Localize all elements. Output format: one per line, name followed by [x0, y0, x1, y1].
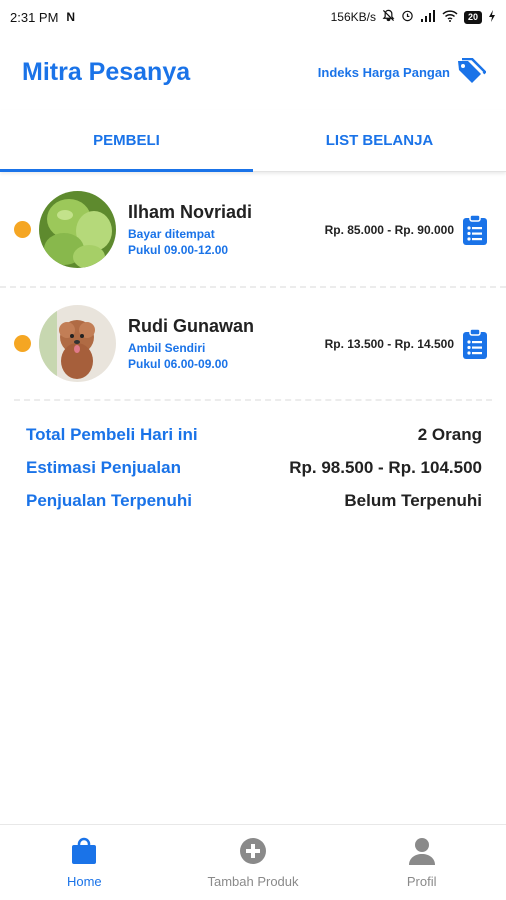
list-divider	[14, 399, 492, 401]
buyer-list: Ilham Novriadi Bayar ditempat Pukul 09.0…	[0, 173, 506, 401]
buyer-price-range: Rp. 13.500 - Rp. 14.500	[324, 336, 454, 351]
plus-circle-icon	[239, 837, 267, 868]
charging-icon	[488, 9, 496, 25]
total-buyers-label: Total Pembeli Hari ini	[26, 424, 198, 444]
buyer-payment: Bayar ditempat	[128, 227, 215, 241]
wifi-icon	[442, 9, 458, 25]
bottom-navigation: Home Tambah Produk Profil	[0, 824, 506, 900]
tab-bar: PEMBELI LIST BELANJA	[0, 110, 506, 172]
sales-fulfilled-label: Penjualan Terpenuhi	[26, 490, 192, 510]
price-index-link[interactable]: Indeks Harga Pangan	[317, 57, 487, 87]
buyer-name: Ilham Novriadi	[128, 202, 253, 222]
nav-add-product-label: Tambah Produk	[207, 873, 299, 889]
signal-icon	[420, 9, 436, 25]
tab-pembeli[interactable]: PEMBELI	[0, 110, 253, 172]
nav-profile[interactable]: Profil	[337, 825, 506, 900]
sales-estimate-label: Estimasi Penjualan	[26, 457, 181, 477]
avatar	[39, 191, 116, 268]
status-time: 2:31 PM	[10, 9, 59, 25]
tab-list-belanja-label: LIST BELANJA	[325, 132, 434, 149]
app-bar: Mitra Pesanya Indeks Harga Pangan	[0, 34, 506, 110]
avatar	[39, 305, 116, 382]
buyer-time: Pukul 09.00-12.00	[128, 243, 229, 257]
buyer-row[interactable]: Rudi Gunawan Ambil Sendiri Pukul 06.00-0…	[0, 286, 506, 399]
summary-row: Penjualan Terpenuhi Belum Terpenuhi	[26, 484, 482, 517]
clipboard-list-icon[interactable]	[462, 327, 488, 360]
status-dot	[14, 221, 31, 238]
status-dot	[14, 335, 31, 352]
alarm-icon	[401, 9, 414, 25]
total-buyers-value: 2 Orang	[417, 424, 482, 444]
tab-list-belanja[interactable]: LIST BELANJA	[253, 110, 506, 171]
tab-pembeli-label: PEMBELI	[93, 132, 160, 149]
buyer-price-range: Rp. 85.000 - Rp. 90.000	[324, 222, 454, 237]
notification-n-icon: N	[66, 10, 76, 24]
sales-fulfilled-value: Belum Terpenuhi	[344, 490, 482, 510]
buyer-row[interactable]: Ilham Novriadi Bayar ditempat Pukul 09.0…	[0, 173, 506, 286]
buyer-payment: Ambil Sendiri	[128, 341, 206, 355]
app-title: Mitra Pesanya	[22, 57, 191, 86]
battery-icon: 20	[463, 10, 482, 24]
price-index-label: Indeks Harga Pangan	[317, 64, 450, 80]
nav-profile-label: Profil	[406, 873, 437, 889]
nav-home-label: Home	[66, 873, 102, 889]
status-bar: 2:31 PM N 156KB/s 20	[0, 0, 506, 34]
network-speed: 156KB/s	[330, 10, 376, 24]
battery-level: 20	[467, 12, 478, 22]
nav-add-product[interactable]: Tambah Produk	[169, 825, 338, 900]
sales-summary: Total Pembeli Hari ini 2 Orang Estimasi …	[26, 418, 482, 517]
nav-home[interactable]: Home	[0, 825, 169, 900]
sales-estimate-value: Rp. 98.500 - Rp. 104.500	[289, 457, 482, 477]
clipboard-list-icon[interactable]	[462, 213, 488, 246]
summary-row: Total Pembeli Hari ini 2 Orang	[26, 418, 482, 451]
mute-bell-icon	[382, 9, 395, 25]
buyer-name: Rudi Gunawan	[128, 316, 254, 336]
buyer-time: Pukul 06.00-09.00	[128, 357, 229, 371]
price-tags-icon	[456, 57, 487, 87]
person-icon	[408, 837, 436, 868]
shopping-bag-icon	[71, 837, 97, 868]
summary-row: Estimasi Penjualan Rp. 98.500 - Rp. 104.…	[26, 451, 482, 484]
